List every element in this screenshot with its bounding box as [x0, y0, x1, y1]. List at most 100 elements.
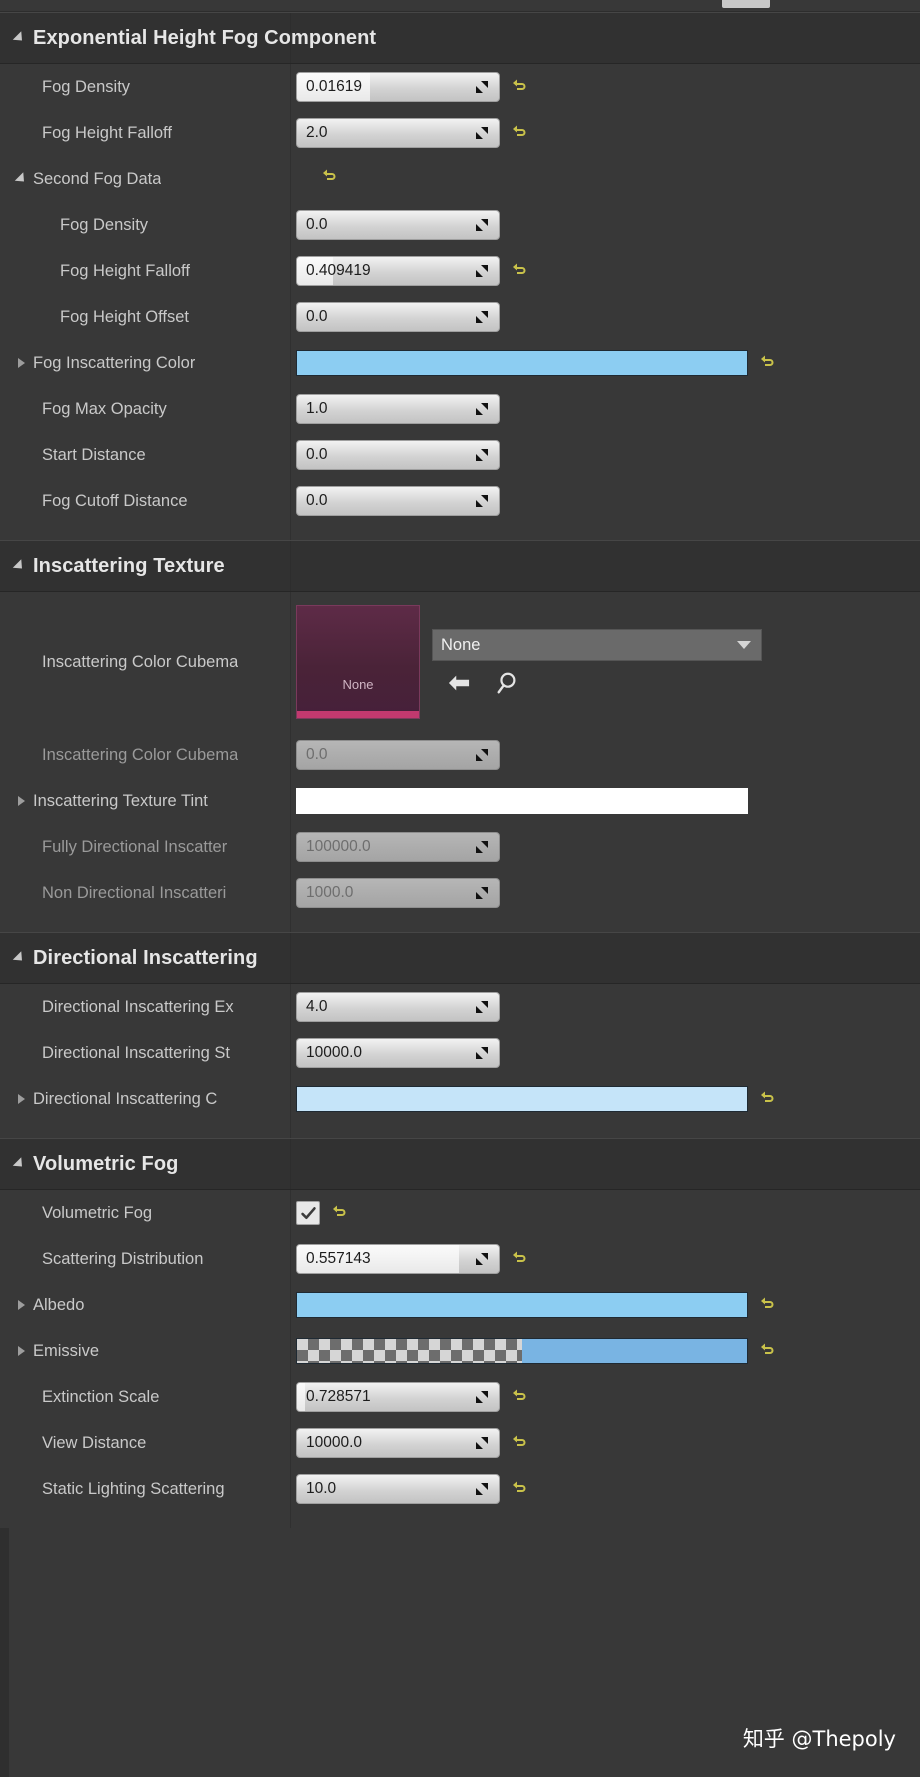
asset-thumbnail[interactable]: None [296, 605, 420, 719]
number-input-fog-height-falloff[interactable]: 0.409419 [296, 256, 500, 286]
category-header-exponential-height-fog-component[interactable]: Exponential Height Fog Component [0, 12, 920, 64]
drag-spinner-icon[interactable] [475, 448, 489, 462]
property-name-cell: Extinction Scale [0, 1388, 290, 1407]
number-input-scattering-distribution[interactable]: 0.557143 [296, 1244, 500, 1274]
property-name-cell: Fog Max Opacity [0, 400, 290, 419]
drag-spinner-icon[interactable] [475, 126, 489, 140]
color-swatch-inscattering-texture-tint[interactable] [296, 788, 748, 814]
property-value-cell: 1000.0 [290, 878, 920, 908]
drag-spinner-icon[interactable] [475, 218, 489, 232]
property-row-fog-inscattering-color: Fog Inscattering Color [0, 340, 920, 386]
drag-spinner-icon[interactable] [475, 1482, 489, 1496]
color-swatch-albedo[interactable] [296, 1292, 748, 1318]
property-row-view-distance: View Distance10000.0 [0, 1420, 920, 1466]
window-control-nub[interactable] [722, 0, 770, 8]
chevron-down-icon[interactable] [737, 641, 751, 649]
property-row-inscattering-color-cubema: Inscattering Color CubemaNoneNone [0, 592, 920, 732]
reset-to-default-icon[interactable] [332, 1204, 348, 1222]
reset-to-default-icon[interactable] [512, 124, 528, 142]
property-row-albedo: Albedo [0, 1282, 920, 1328]
category-expander-icon[interactable] [13, 951, 26, 964]
column-splitter [290, 916, 291, 932]
drag-spinner-icon[interactable] [475, 494, 489, 508]
property-label: Extinction Scale [42, 1388, 159, 1407]
category-expander-icon[interactable] [13, 1157, 26, 1170]
category-header-volumetric-fog[interactable]: Volumetric Fog [0, 1138, 920, 1190]
number-input-static-lighting-scattering[interactable]: 10.0 [296, 1474, 500, 1504]
property-row-fog-density: Fog Density0.01619 [0, 64, 920, 110]
color-swatch-fog-inscattering-color[interactable] [296, 350, 748, 376]
drag-spinner-icon[interactable] [475, 1390, 489, 1404]
number-input-start-distance[interactable]: 0.0 [296, 440, 500, 470]
drag-spinner-icon[interactable] [475, 1436, 489, 1450]
check-glyph [300, 1205, 317, 1222]
number-input-fog-max-opacity[interactable]: 1.0 [296, 394, 500, 424]
number-input-view-distance[interactable]: 10000.0 [296, 1428, 500, 1458]
property-name-cell: Inscattering Color Cubema [0, 746, 290, 765]
drag-spinner-icon[interactable] [475, 1252, 489, 1266]
reset-to-default-icon[interactable] [760, 1296, 776, 1314]
reset-to-default-icon[interactable] [760, 1342, 776, 1360]
reset-to-default-icon[interactable] [512, 78, 528, 96]
watermark: 知乎 @Thepoly [743, 1723, 896, 1753]
reset-to-default-icon[interactable] [512, 1250, 528, 1268]
category-header-inscattering-texture[interactable]: Inscattering Texture [0, 540, 920, 592]
drag-spinner-icon[interactable] [475, 264, 489, 278]
reset-to-default-icon[interactable] [512, 262, 528, 280]
property-name-cell: Directional Inscattering Ex [0, 998, 290, 1017]
category-header-directional-inscattering[interactable]: Directional Inscattering [0, 932, 920, 984]
property-value-cell: 0.0 [290, 302, 920, 332]
panel-top-strip [0, 0, 920, 12]
drag-spinner-icon[interactable] [475, 840, 489, 854]
number-input-fog-density[interactable]: 0.0 [296, 210, 500, 240]
property-row-fog-height-falloff: Fog Height Falloff2.0 [0, 110, 920, 156]
number-input-fog-height-falloff[interactable]: 2.0 [296, 118, 500, 148]
property-name-cell: Inscattering Texture Tint [0, 792, 290, 811]
reset-to-default-icon[interactable] [512, 1480, 528, 1498]
category-expander-icon[interactable] [13, 31, 26, 44]
expander-expand-icon[interactable] [18, 358, 25, 368]
column-splitter [290, 1139, 291, 1189]
expander-collapse-icon[interactable] [15, 172, 28, 185]
drag-spinner-icon[interactable] [475, 1000, 489, 1014]
category-expander-icon[interactable] [13, 559, 26, 572]
number-input-fog-density[interactable]: 0.01619 [296, 72, 500, 102]
number-value: 0.01619 [297, 78, 362, 96]
reset-to-default-icon[interactable] [512, 1434, 528, 1452]
number-value: 0.0 [297, 746, 328, 764]
use-selected-asset-icon[interactable] [446, 671, 472, 695]
expander-expand-icon[interactable] [18, 1300, 25, 1310]
number-input-directional-inscattering-ex[interactable]: 4.0 [296, 992, 500, 1022]
drag-spinner-icon[interactable] [475, 748, 489, 762]
property-row-second-fog-data: Second Fog Data [0, 156, 920, 202]
drag-spinner-icon[interactable] [475, 886, 489, 900]
number-input-directional-inscattering-st[interactable]: 10000.0 [296, 1038, 500, 1068]
browse-to-asset-icon[interactable] [494, 671, 520, 695]
reset-to-default-icon[interactable] [512, 1388, 528, 1406]
expander-expand-icon[interactable] [18, 1346, 25, 1356]
column-splitter [290, 524, 291, 540]
asset-combo-box[interactable]: None [432, 629, 762, 661]
number-input-extinction-scale[interactable]: 0.728571 [296, 1382, 500, 1412]
column-splitter [290, 1512, 291, 1528]
expander-expand-icon[interactable] [18, 1094, 25, 1104]
color-swatch-emissive[interactable] [296, 1338, 748, 1364]
category-rows-volumetric-fog: Volumetric FogScattering Distribution0.5… [0, 1190, 920, 1512]
checkbox-volumetric-fog[interactable] [296, 1201, 320, 1225]
column-splitter [290, 541, 291, 591]
reset-to-default-icon[interactable] [760, 354, 776, 372]
reset-to-default-icon[interactable] [322, 173, 338, 190]
expander-expand-icon[interactable] [18, 796, 25, 806]
drag-spinner-icon[interactable] [475, 80, 489, 94]
property-value-cell [290, 168, 920, 191]
number-input-fog-cutoff-distance[interactable]: 0.0 [296, 486, 500, 516]
number-value: 0.0 [297, 446, 328, 464]
reset-to-default-icon[interactable] [760, 1090, 776, 1108]
category-rows-directional-inscattering: Directional Inscattering Ex4.0Directiona… [0, 984, 920, 1122]
property-row-volumetric-fog: Volumetric Fog [0, 1190, 920, 1236]
drag-spinner-icon[interactable] [475, 1046, 489, 1060]
drag-spinner-icon[interactable] [475, 402, 489, 416]
number-input-fog-height-offset[interactable]: 0.0 [296, 302, 500, 332]
drag-spinner-icon[interactable] [475, 310, 489, 324]
color-swatch-directional-inscattering-c[interactable] [296, 1086, 748, 1112]
